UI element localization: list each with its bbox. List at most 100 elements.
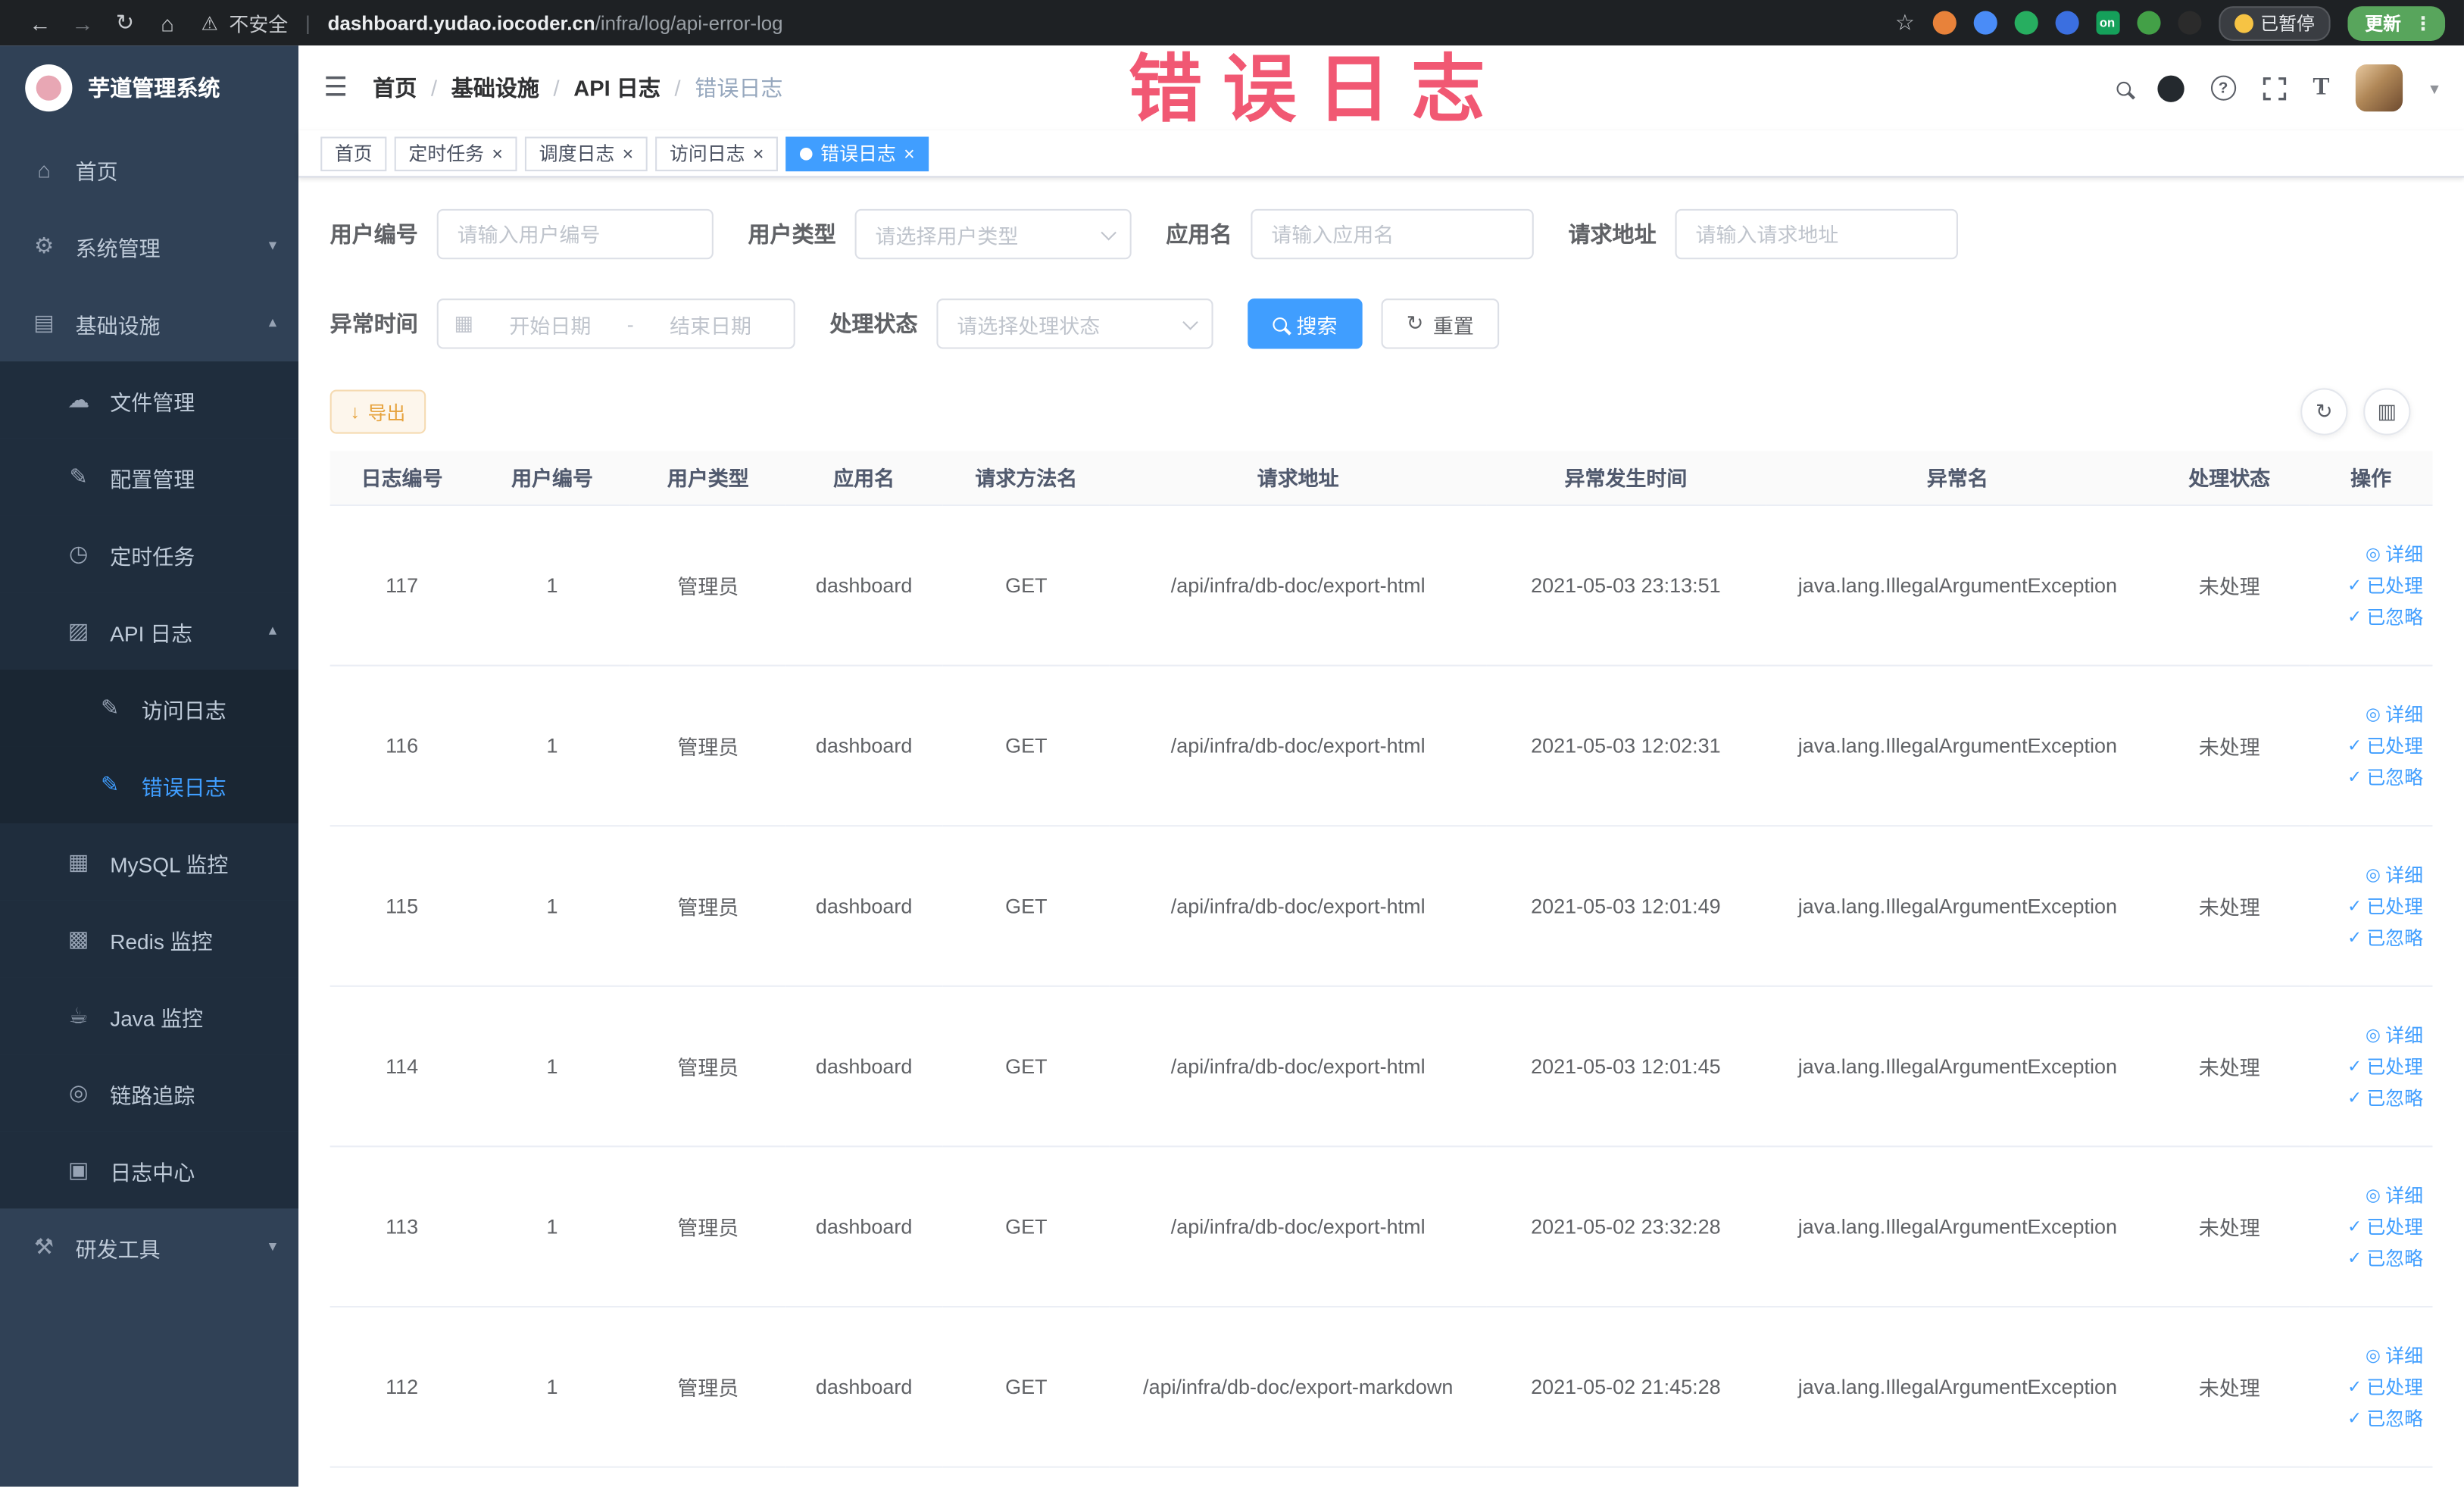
tab-home[interactable]: 首页 <box>320 136 387 171</box>
action-ignored-link[interactable]: ✓ 已忽略 <box>2347 923 2423 950</box>
action-ignored-link[interactable]: ✓ 已忽略 <box>2347 603 2423 629</box>
action-processed-link[interactable]: ✓ 已处理 <box>2347 1052 2423 1079</box>
action-ignored-link[interactable]: ✓ 已忽略 <box>2347 1083 2423 1110</box>
column-header: 用户编号 <box>473 451 631 505</box>
logo-title: 芋道管理系统 <box>88 75 220 101</box>
action-label: 已处理 <box>2366 734 2424 757</box>
request-url-input[interactable] <box>1675 208 1958 260</box>
export-button[interactable]: ↓ 导出 <box>329 389 426 434</box>
search-button[interactable]: 搜索 <box>1248 298 1363 349</box>
sidebar-item-mysql-monitor[interactable]: ▦ MySQL 监控 <box>0 823 299 901</box>
font-size-icon[interactable]: T <box>2313 74 2329 102</box>
sidebar-item-access-log[interactable]: ✎ 访问日志 <box>0 669 299 747</box>
action-detail-link[interactable]: ◎ 详细 <box>2366 1020 2423 1047</box>
bookmark-star-icon[interactable]: ☆ <box>1895 9 1915 36</box>
logo-image <box>25 64 73 112</box>
close-icon[interactable]: × <box>753 144 764 163</box>
sidebar-item-home[interactable]: ⌂ 首页 <box>0 130 298 208</box>
help-icon[interactable]: ? <box>2210 75 2236 101</box>
start-date-placeholder: 开始日期 <box>509 313 592 338</box>
reload-icon[interactable]: ↻ <box>104 9 146 36</box>
sidebar-item-scheduled-task[interactable]: ◷ 定时任务 <box>0 515 299 593</box>
fullscreen-icon[interactable] <box>2263 77 2286 100</box>
update-button[interactable]: 更新 ⋮ <box>2347 5 2446 40</box>
action-detail-link[interactable]: ◎ 详细 <box>2366 540 2423 567</box>
eye-icon: ◎ <box>2366 704 2381 724</box>
sidebar-item-api-log[interactable]: ▨ API 日志 ▴ <box>0 592 299 670</box>
sidebar-item-error-log[interactable]: ✎ 错误日志 <box>0 746 299 824</box>
cell-user-id: 1 <box>473 504 631 666</box>
action-label: 详细 <box>2385 542 2424 565</box>
cell-actions: ◎ 详细 ✓ 已处理 ✓ 已忽略 <box>2309 664 2433 826</box>
table-body: 117 1 管理员 dashboard GET/api/infra/db-doc/exp… <box>329 504 2433 1467</box>
user-id-input[interactable] <box>436 208 714 260</box>
action-processed-link[interactable]: ✓ 已处理 <box>2347 1213 2423 1239</box>
back-icon[interactable]: ← <box>19 10 61 35</box>
avatar[interactable] <box>2356 64 2404 112</box>
extension-icon-paw[interactable] <box>2177 11 2201 35</box>
sidebar-item-redis-monitor[interactable]: ▩ Redis 监控 <box>0 900 299 978</box>
sidebar-item-label: MySQL 监控 <box>110 852 229 876</box>
date-range-picker[interactable]: ▦ 开始日期 - 结束日期 <box>436 298 795 349</box>
sidebar-item-trace[interactable]: ◎ 链路追踪 <box>0 1054 299 1132</box>
action-detail-link[interactable]: ◎ 详细 <box>2366 861 2423 887</box>
breadcrumb-item[interactable]: 基础设施 <box>451 72 539 103</box>
chevron-down-icon[interactable]: ▾ <box>2430 78 2438 98</box>
close-icon[interactable]: × <box>492 144 503 163</box>
filter-user-id: 用户编号 <box>330 208 714 260</box>
action-detail-link[interactable]: ◎ 详细 <box>2366 1181 2423 1207</box>
refresh-table-button[interactable]: ↻ <box>2300 388 2348 436</box>
cell-log-id: 115 <box>329 825 474 986</box>
tab-error-log[interactable]: 错误日志 × <box>785 136 929 171</box>
close-icon[interactable]: × <box>904 144 915 163</box>
action-detail-link[interactable]: ◎ 详细 <box>2366 700 2423 726</box>
action-ignored-link[interactable]: ✓ 已忽略 <box>2347 763 2423 789</box>
extension-icon-green[interactable] <box>2013 11 2038 35</box>
cell-user-type: 管理员 <box>630 985 786 1147</box>
extension-icon-on[interactable]: on <box>2095 11 2119 35</box>
extension-icon-leaf[interactable] <box>2136 11 2160 35</box>
tab-schedule-log[interactable]: 调度日志 × <box>525 136 648 171</box>
close-icon[interactable]: × <box>623 144 634 163</box>
extension-icon-orange[interactable] <box>1932 11 1956 35</box>
action-processed-link[interactable]: ✓ 已处理 <box>2347 1373 2423 1399</box>
api-log-icon: ▨ <box>67 617 89 643</box>
action-ignored-link[interactable]: ✓ 已忽略 <box>2347 1244 2423 1270</box>
sidebar-item-java-monitor[interactable]: ☕ Java 监控 <box>0 977 299 1055</box>
error-log-table: 日志编号 用户编号 用户类型 应用名 请求方法名 请求地址 异常发生时间 异常名 处理状态 操作 … <box>329 451 2433 1467</box>
action-detail-link[interactable]: ◎ 详细 <box>2366 1342 2423 1368</box>
column-settings-button[interactable]: ▥ <box>2363 388 2411 436</box>
tab-access-log[interactable]: 访问日志 × <box>655 136 779 171</box>
refresh-icon: ↻ <box>1406 311 1424 335</box>
tab-scheduled-task[interactable]: 定时任务 × <box>394 136 517 171</box>
table-row: 114 1 管理员 dashboard GET/api/infra/db-doc/exp… <box>329 985 2433 1147</box>
sidebar-item-log-center[interactable]: ▣ 日志中心 <box>0 1131 299 1209</box>
reset-button[interactable]: ↻ 重置 <box>1381 298 1500 349</box>
sidebar-item-system-manage[interactable]: ⚙ 系统管理 ▾ <box>0 208 298 285</box>
cell-user-id: 1 <box>473 1145 631 1307</box>
process-status-select[interactable]: 请选择处理状态 <box>936 298 1213 349</box>
extension-icon-blue[interactable] <box>1972 11 1997 35</box>
forward-icon[interactable]: → <box>61 10 104 35</box>
cell-app-name: dashboard <box>785 1305 943 1467</box>
address-bar[interactable]: ⚠ 不安全 | dashboard.yudao.iocoder.cn/infra… <box>201 8 783 37</box>
action-processed-link[interactable]: ✓ 已处理 <box>2347 892 2423 918</box>
breadcrumb-item[interactable]: API 日志 <box>573 72 661 103</box>
browser-home-icon[interactable]: ⌂ <box>146 10 189 35</box>
breadcrumb-item[interactable]: 首页 <box>373 72 417 103</box>
search-icon[interactable] <box>2116 80 2131 95</box>
paused-badge[interactable]: 已暂停 <box>2218 5 2331 40</box>
user-type-select[interactable]: 请选择用户类型 <box>854 208 1132 260</box>
app-name-input[interactable] <box>1251 208 1534 260</box>
logo[interactable]: 芋道管理系统 <box>0 45 298 130</box>
sidebar-item-config-manage[interactable]: ✎ 配置管理 <box>0 438 299 516</box>
github-icon[interactable] <box>2157 74 2184 102</box>
action-ignored-link[interactable]: ✓ 已忽略 <box>2347 1404 2423 1431</box>
action-processed-link[interactable]: ✓ 已处理 <box>2347 732 2423 758</box>
action-processed-link[interactable]: ✓ 已处理 <box>2347 571 2423 598</box>
extension-icon-grid[interactable] <box>2054 11 2078 35</box>
sidebar-item-infrastructure[interactable]: ▤ 基础设施 ▴ <box>0 285 298 362</box>
hamburger-icon[interactable]: ☰ <box>323 72 348 103</box>
sidebar-item-file-manage[interactable]: ☁ 文件管理 <box>0 361 299 439</box>
sidebar-item-devtools[interactable]: ⚒ 研发工具 ▾ <box>0 1208 298 1286</box>
